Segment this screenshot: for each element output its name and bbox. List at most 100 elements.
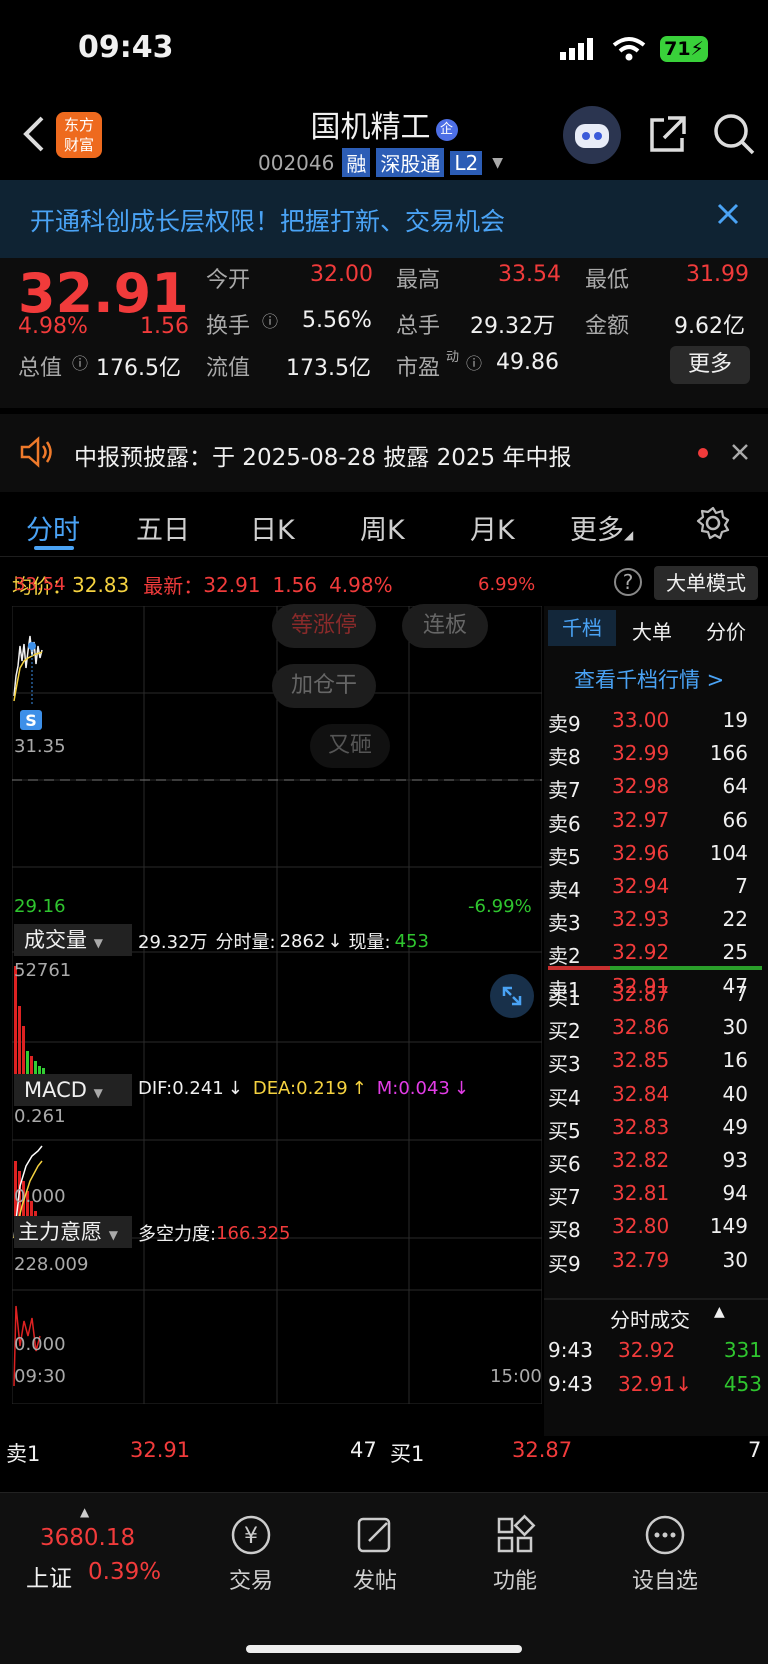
intraday-chart[interactable]: S	[12, 606, 542, 1404]
bid-row[interactable]: 买4 32.84 40	[548, 1076, 762, 1110]
tab-indicator	[34, 546, 74, 550]
level-qty: 30	[722, 1015, 748, 1040]
level-qty: 30	[722, 1247, 748, 1272]
level-price: 32.93	[612, 907, 670, 932]
level-qty: 64	[722, 774, 748, 799]
ask-row[interactable]: 卖3 32.93 22	[548, 901, 762, 935]
sentiment-button-3[interactable]: 加仓干	[272, 664, 376, 708]
bid-row[interactable]: 买6 32.82 93	[548, 1142, 762, 1176]
level-price: 32.96	[612, 840, 670, 865]
big-order-mode-button[interactable]: 大单模式	[654, 566, 758, 600]
wifi-icon	[612, 36, 646, 66]
amount-value: 9.62亿	[674, 314, 745, 339]
more-button[interactable]: 更多	[670, 346, 750, 384]
nav-post[interactable]: 发帖	[320, 1513, 430, 1595]
bid-row[interactable]: 买1 32.87 7	[548, 976, 762, 1010]
notice-bar[interactable]: 中报预披露：于 2025-08-28 披露 2025 年中报	[0, 414, 768, 492]
ask-row[interactable]: 卖8 32.99 166	[548, 735, 762, 769]
level-label: 卖2	[548, 944, 581, 969]
ask-row[interactable]: 卖7 32.98 64	[548, 768, 762, 802]
min-volume: 2862	[279, 930, 326, 952]
stock-header: 东方 财富 国机精工 企 002046 融 深股通 L2 ▼	[0, 96, 768, 180]
yuan-icon: ¥	[231, 1515, 271, 1555]
level-label: 买4	[548, 1085, 581, 1110]
tab-weekly[interactable]: 周K	[360, 508, 405, 547]
y-bottom-label: 29.16	[14, 896, 66, 917]
info-icon[interactable]: ⓘ	[72, 350, 88, 374]
info-icon[interactable]: ⓘ	[262, 308, 278, 332]
help-icon[interactable]: ?	[614, 568, 642, 596]
sentiment-button-1[interactable]: 等涨停	[272, 604, 376, 648]
tab-price-dist[interactable]: 分价	[706, 616, 746, 645]
tab-daily[interactable]: 日K	[250, 508, 295, 547]
stock-code: 002046	[258, 150, 335, 175]
avg-value: 32.83	[72, 572, 130, 597]
sentiment-button-2[interactable]: 连板	[402, 604, 488, 648]
ask-row[interactable]: 卖2 32.92 25	[548, 934, 762, 968]
open-label: 今开	[206, 268, 251, 293]
level-label: 卖9	[548, 712, 581, 736]
promo-banner[interactable]: 开通科创成长层权限！把握打新、交易机会	[0, 180, 768, 258]
low-value: 31.99	[686, 262, 749, 287]
expand-icon[interactable]	[490, 974, 534, 1018]
bid-row[interactable]: 买9 32.79 30	[548, 1242, 762, 1276]
index-pct[interactable]: 0.39%	[88, 1559, 161, 1585]
macd-ymax: 0.261	[14, 1106, 66, 1127]
ticks-title[interactable]: 分时成交	[610, 1304, 690, 1333]
close-icon[interactable]	[730, 442, 750, 466]
tab-intraday[interactable]: 分时	[26, 508, 80, 547]
level-label: 卖6	[548, 811, 581, 836]
index-value[interactable]: 3680.18	[40, 1525, 135, 1551]
change-pct: 4.98%	[18, 314, 88, 339]
search-icon[interactable]	[712, 112, 756, 160]
close-icon[interactable]	[716, 202, 740, 230]
macd-label: MACD	[24, 1078, 87, 1102]
tab-5day[interactable]: 五日	[136, 508, 190, 547]
nav-functions[interactable]: 功能	[460, 1513, 570, 1595]
tab-more[interactable]: 更多◢	[570, 508, 633, 547]
index-name[interactable]: 上证	[26, 1559, 72, 1593]
sentiment-button-4[interactable]: 又砸	[310, 724, 390, 768]
macd-ymin: 0.000	[14, 1186, 66, 1207]
arrow-down-icon: ↓	[327, 930, 343, 952]
nav-watchlist[interactable]: 设自选	[610, 1513, 720, 1595]
tab-big-orders[interactable]: 大单	[632, 616, 672, 645]
robot-avatar-icon[interactable]	[563, 106, 621, 164]
volume-label: 总手	[396, 314, 441, 339]
view-levels-link[interactable]: 查看千档行情 >	[574, 664, 724, 694]
tab-thousand-levels[interactable]: 千档	[548, 610, 616, 646]
level-qty: 7	[735, 874, 748, 898]
bid-row[interactable]: 买7 32.81 94	[548, 1175, 762, 1209]
force-ymax: 228.009	[14, 1254, 89, 1275]
badge-margin: 融	[342, 148, 371, 177]
level-price: 32.98	[612, 774, 670, 799]
ask-row[interactable]: 卖6 32.97 66	[548, 802, 762, 836]
ask-row[interactable]: 卖5 32.96 104	[548, 835, 762, 869]
volume-ymax: 52761	[14, 960, 72, 981]
bid-row[interactable]: 买5 32.83 49	[548, 1109, 762, 1143]
volume-indicator-select[interactable]: 成交量 ▼	[14, 924, 132, 956]
mktcap-label: 总值	[18, 356, 63, 381]
macd-indicator-select[interactable]: MACD ▼	[14, 1074, 132, 1106]
level-qty: 94	[722, 1181, 748, 1206]
bid-row[interactable]: 买8 32.80 149	[548, 1208, 762, 1242]
arrow-up-icon: ↑	[351, 1078, 367, 1099]
verified-badge-icon: 企	[435, 119, 458, 141]
nav-trade[interactable]: ¥ 交易	[196, 1513, 306, 1595]
nav-post-label: 发帖	[352, 1569, 397, 1594]
home-indicator	[246, 1645, 522, 1653]
ask-row[interactable]: 卖9 33.00 19	[548, 702, 762, 736]
force-indicator-select[interactable]: 主力意愿 ▼	[14, 1216, 132, 1248]
ask-row[interactable]: 卖4 32.94 7	[548, 868, 762, 902]
tab-monthly[interactable]: 月K	[470, 508, 515, 547]
bid-row[interactable]: 买2 32.86 30	[548, 1009, 762, 1043]
tick-price: 32.91↓	[618, 1372, 693, 1396]
level-label: 卖4	[548, 878, 581, 902]
stock-code-row[interactable]: 002046 融 深股通 L2 ▼	[258, 148, 503, 177]
pct-value: 4.98%	[329, 572, 393, 597]
amount-label: 金额	[585, 314, 630, 339]
bid-row[interactable]: 买3 32.85 16	[548, 1042, 762, 1076]
settings-icon[interactable]	[696, 506, 730, 544]
info-icon[interactable]: ⓘ	[466, 350, 482, 374]
share-icon[interactable]	[646, 114, 688, 160]
